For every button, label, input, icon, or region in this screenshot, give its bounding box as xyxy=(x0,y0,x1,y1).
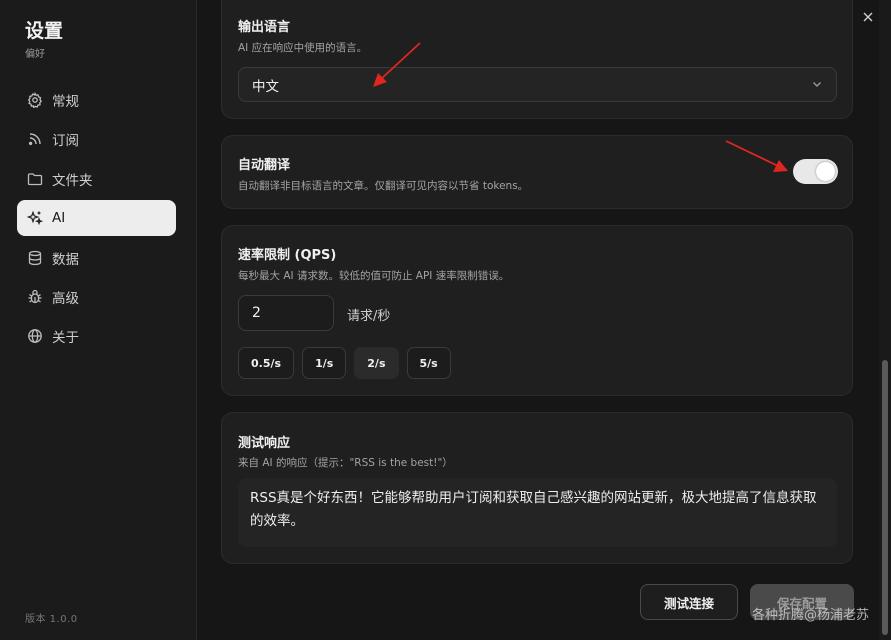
preset-button[interactable]: 0.5/s xyxy=(238,347,295,379)
sidebar-item-label: 常规 xyxy=(52,94,79,110)
settings-subtitle: 偏好 xyxy=(25,49,45,60)
watermark: 各种折腾@杨浦老苏 xyxy=(752,608,870,623)
sidebar-item-data[interactable]: 数据 xyxy=(17,240,176,276)
sidebar-item-ai[interactable]: AI xyxy=(17,200,176,237)
sidebar-item-general[interactable]: 常规 xyxy=(17,82,176,118)
rate-limit-card: 速率限制 (QPS) 每秒最大 AI 请求数。较低的值可防止 API 速率限制错… xyxy=(221,225,853,396)
test-response-card: 测试响应 来自 AI 的响应（提示："RSS is the best!"） RS… xyxy=(221,412,853,564)
output-language-description: AI 应在响应中使用的语言。 xyxy=(238,42,368,54)
preset-button[interactable]: 5/s xyxy=(406,347,451,379)
settings-title: 设置 xyxy=(25,20,64,42)
sidebar-item-label: 关于 xyxy=(52,330,79,347)
gear-icon xyxy=(27,92,43,108)
version-label: 版本 1.0.0 xyxy=(25,614,78,625)
sidebar-item-label: AI xyxy=(52,210,66,227)
rate-limit-description: 每秒最大 AI 请求数。较低的值可防止 API 速率限制错误。 xyxy=(238,270,510,282)
rate-limit-title: 速率限制 (QPS) xyxy=(238,248,337,263)
sidebar-item-folders[interactable]: 文件夹 xyxy=(17,161,176,197)
sidebar-item-about[interactable]: 关于 xyxy=(17,318,176,354)
test-response-text: RSS真是个好东西！它能够帮助用户订阅和获取自己感兴趣的网站更新，极大地提高了信… xyxy=(238,478,837,547)
rate-limit-input[interactable] xyxy=(238,295,334,331)
rss-icon xyxy=(27,131,43,147)
output-language-value: 中文 xyxy=(252,78,279,95)
sidebar: 设置 偏好 常规 订阅 文件夹 AI 数据 高级 关于 版本 1.0.0 xyxy=(0,0,197,640)
rate-limit-presets: 0.5/s 1/s 2/s 5/s xyxy=(238,347,459,379)
auto-translate-title: 自动翻译 xyxy=(238,158,291,173)
scrollbar-thumb[interactable] xyxy=(882,360,888,635)
sidebar-item-advanced[interactable]: 高级 xyxy=(17,279,176,315)
sidebar-item-label: 文件夹 xyxy=(52,172,93,189)
chevron-down-icon xyxy=(810,77,824,91)
bug-icon xyxy=(27,289,43,305)
preset-button[interactable]: 2/s xyxy=(354,347,399,379)
output-language-title: 输出语言 xyxy=(238,20,291,35)
sidebar-item-subscriptions[interactable]: 订阅 xyxy=(17,121,176,157)
rate-limit-unit: 请求/秒 xyxy=(347,309,391,324)
database-icon xyxy=(27,250,43,266)
folder-icon xyxy=(27,171,43,187)
auto-translate-description: 自动翻译非目标语言的文章。仅翻译可见内容以节省 tokens。 xyxy=(238,180,529,192)
sidebar-item-label: 数据 xyxy=(52,251,79,268)
sidebar-item-label: 高级 xyxy=(52,290,79,307)
test-connection-button[interactable]: 测试连接 xyxy=(640,584,738,620)
sidebar-nav: 常规 订阅 文件夹 AI 数据 高级 关于 xyxy=(17,82,176,358)
auto-translate-toggle[interactable] xyxy=(793,159,838,184)
scrollbar[interactable] xyxy=(879,0,891,640)
sparkles-icon xyxy=(27,210,43,226)
sidebar-item-label: 订阅 xyxy=(52,133,79,150)
output-language-select[interactable]: 中文 xyxy=(238,67,837,102)
toggle-knob xyxy=(816,162,835,181)
globe-icon xyxy=(27,328,43,344)
preset-button[interactable]: 1/s xyxy=(302,347,347,379)
settings-content: 输出语言 AI 应在响应中使用的语言。 中文 自动翻译 自动翻译非目标语言的文章… xyxy=(197,0,879,640)
auto-translate-card: 自动翻译 自动翻译非目标语言的文章。仅翻译可见内容以节省 tokens。 xyxy=(221,135,853,209)
test-response-title: 测试响应 xyxy=(238,436,291,451)
close-icon[interactable] xyxy=(861,10,875,24)
output-language-card: 输出语言 AI 应在响应中使用的语言。 中文 xyxy=(221,0,853,119)
test-response-description: 来自 AI 的响应（提示："RSS is the best!"） xyxy=(238,457,453,469)
